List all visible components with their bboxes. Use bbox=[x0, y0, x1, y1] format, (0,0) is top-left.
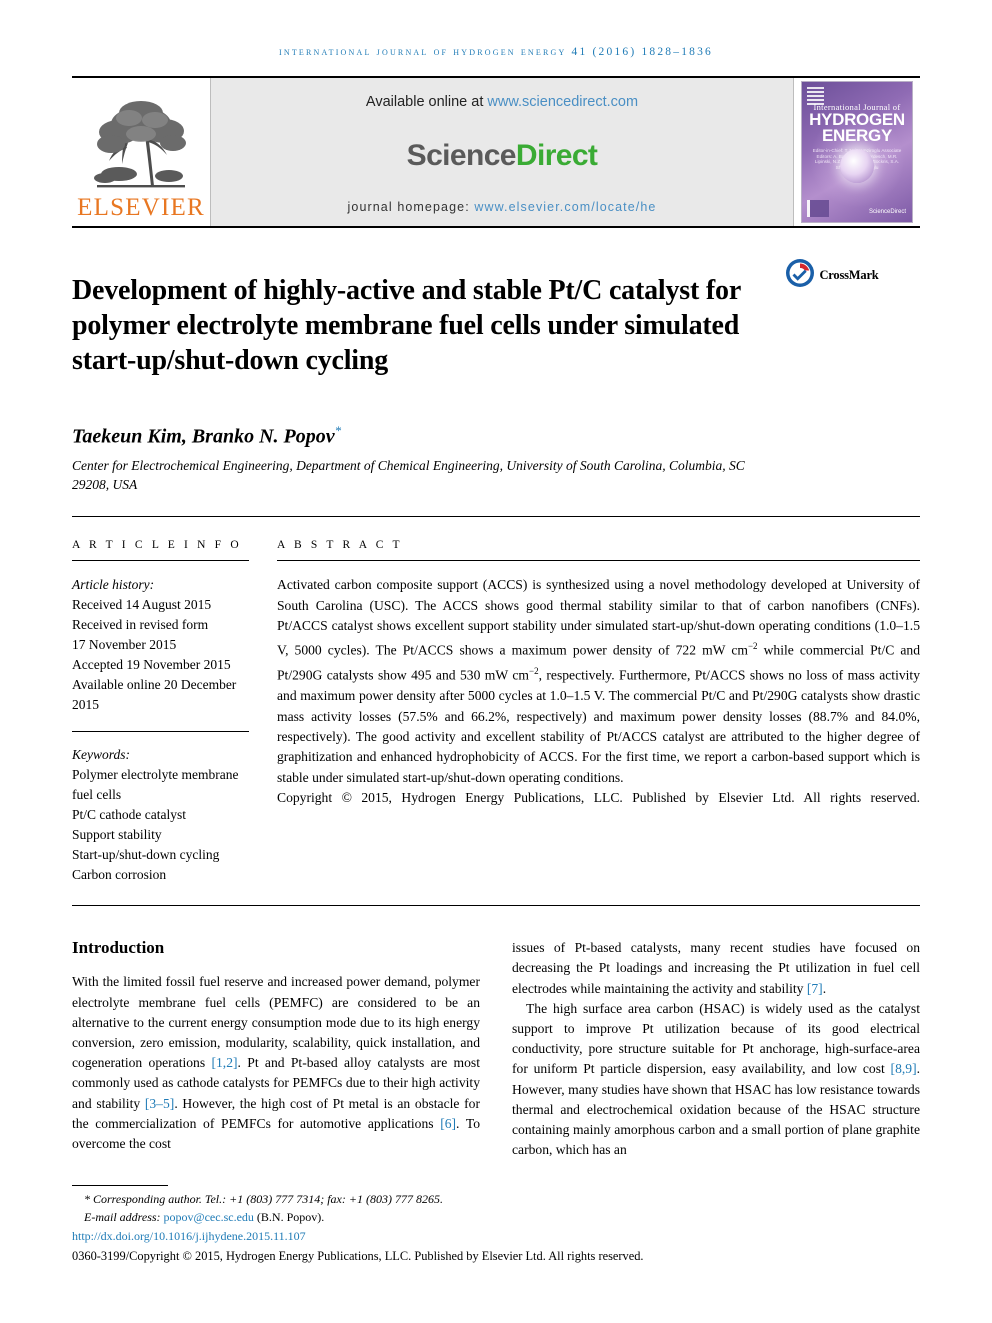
introduction-heading: Introduction bbox=[72, 938, 165, 958]
citation-link[interactable]: [8,9] bbox=[891, 1061, 917, 1076]
sciencedirect-logo[interactable]: ScienceDirect bbox=[407, 139, 598, 173]
elsevier-wordmark: ELSEVIER bbox=[77, 194, 205, 221]
paper-page: international journal of hydrogen energy… bbox=[0, 0, 992, 1323]
introduction-left-column: Introduction With the limited fossil fue… bbox=[72, 938, 480, 1160]
corresponding-author-marker: * bbox=[334, 422, 342, 438]
available-online-line: Available online at www.sciencedirect.co… bbox=[366, 94, 638, 110]
article-info-rule bbox=[72, 560, 249, 562]
cover-image: International Journal of HYDROGEN ENERGY… bbox=[801, 81, 913, 223]
cover-title-energy: ENERGY bbox=[822, 126, 892, 145]
crossmark-badge-inner: CrossMark bbox=[785, 258, 879, 293]
available-online-prefix: Available online at bbox=[365, 94, 488, 110]
introduction-paragraph: issues of Pt-based catalysts, many recen… bbox=[512, 938, 920, 999]
keyword-item: Support stability bbox=[72, 827, 162, 843]
keywords-label: Keywords: bbox=[72, 747, 130, 763]
info-abstract-section: A R T I C L E I N F O Article history: R… bbox=[72, 539, 920, 885]
introduction-paragraph: With the limited fossil fuel reserve and… bbox=[72, 972, 480, 1154]
elsevier-tree-icon bbox=[89, 98, 193, 194]
affiliation: Center for Electrochemical Engineering, … bbox=[72, 458, 745, 493]
introduction-section: Introduction With the limited fossil fue… bbox=[72, 938, 920, 1160]
keyword-item: Start-up/shut-down cycling bbox=[72, 847, 220, 863]
article-info-column: A R T I C L E I N F O Article history: R… bbox=[72, 539, 277, 885]
email-label: E-mail address: bbox=[84, 1209, 164, 1224]
crossmark-icon bbox=[785, 258, 815, 293]
history-item: Available online 20 December 2015 bbox=[72, 677, 237, 713]
divider-below-abstract bbox=[72, 905, 920, 907]
keywords-block: Keywords: Polymer electrolyte membrane f… bbox=[72, 745, 249, 885]
keyword-item: Carbon corrosion bbox=[72, 867, 167, 883]
abstract-kicker: A B S T R A C T bbox=[277, 539, 403, 552]
abstract-column: A B S T R A C T Activated carbon composi… bbox=[277, 539, 920, 885]
citation-link[interactable]: [7] bbox=[807, 981, 823, 996]
keyword-item: Polymer electrolyte membrane fuel cells bbox=[72, 767, 239, 803]
page-title: Development of highly-active and stable … bbox=[72, 274, 741, 376]
crossmark-label: CrossMark bbox=[819, 268, 879, 282]
history-item: Received in revised form bbox=[72, 617, 209, 633]
divider-above-abstract bbox=[72, 516, 920, 518]
journal-homepage-line: journal homepage: www.elsevier.com/locat… bbox=[348, 200, 657, 214]
corresponding-author-note: * Corresponding author. Tel.: +1 (803) 7… bbox=[72, 1191, 772, 1209]
citation-link[interactable]: [6] bbox=[440, 1116, 456, 1131]
introduction-paragraph: The high surface area carbon (HSAC) is w… bbox=[512, 999, 920, 1161]
abstract-superscript-1: −2 bbox=[747, 641, 758, 652]
email-link[interactable]: popov@cec.sc.edu bbox=[164, 1210, 254, 1224]
history-item: Accepted 19 November 2015 bbox=[72, 657, 231, 673]
running-head: international journal of hydrogen energy… bbox=[278, 46, 714, 58]
abstract-paragraph: Activated carbon composite support (ACCS… bbox=[277, 575, 920, 788]
elsevier-logo: ELSEVIER bbox=[72, 78, 210, 226]
abstract-superscript-2: −2 bbox=[529, 666, 539, 677]
keyword-item: Pt/C cathode catalyst bbox=[72, 807, 186, 823]
issn-copyright-line: 0360-3199/Copyright © 2015, Hydrogen Ene… bbox=[72, 1248, 644, 1263]
corresponding-author-text: Corresponding author. Tel.: +1 (803) 777… bbox=[90, 1192, 443, 1206]
sciencedirect-banner: Available online at www.sciencedirect.co… bbox=[210, 78, 794, 226]
journal-masthead: ELSEVIER Available online at www.science… bbox=[72, 76, 920, 228]
abstract-body: Activated carbon composite support (ACCS… bbox=[277, 575, 920, 829]
email-note: E-mail address: popov@cec.sc.edu (B.N. P… bbox=[72, 1209, 772, 1227]
footnote-divider bbox=[72, 1185, 168, 1186]
crossmark-badge[interactable]: CrossMark bbox=[785, 258, 879, 293]
title-row: Development of highly-active and stable … bbox=[72, 254, 920, 397]
history-item: 17 November 2015 bbox=[72, 637, 177, 653]
intro-right-text-2: . bbox=[822, 980, 827, 996]
cover-publisher-icon bbox=[807, 200, 829, 217]
author-list: Taekeun Kim, Branko N. Popov* bbox=[72, 423, 920, 449]
journal-homepage-label: journal homepage: bbox=[347, 200, 475, 214]
keywords-divider bbox=[72, 731, 249, 733]
cover-orb-graphic bbox=[840, 149, 874, 183]
sciencedirect-logo-direct: Direct bbox=[515, 139, 598, 172]
doi-link[interactable]: http://dx.doi.org/10.1016/j.ijhydene.201… bbox=[72, 1228, 772, 1246]
journal-cover-thumbnail: International Journal of HYDROGEN ENERGY… bbox=[794, 78, 920, 226]
cover-sciencedirect-label: ScienceDirect bbox=[868, 209, 906, 215]
email-suffix: (B.N. Popov). bbox=[253, 1209, 325, 1224]
history-item: Received 14 August 2015 bbox=[72, 597, 212, 613]
sciencedirect-url[interactable]: www.sciencedirect.com bbox=[487, 94, 638, 110]
article-history-block: Article history: Received 14 August 2015… bbox=[72, 575, 249, 715]
footnote-block: * Corresponding author. Tel.: +1 (803) 7… bbox=[72, 1185, 772, 1265]
cover-title-large: HYDROGEN ENERGY bbox=[802, 111, 912, 145]
intro-right-text-1: issues of Pt-based catalysts, many recen… bbox=[512, 940, 920, 996]
introduction-right-column: issues of Pt-based catalysts, many recen… bbox=[512, 938, 920, 1160]
article-info-kicker: A R T I C L E I N F O bbox=[72, 539, 242, 552]
abstract-part-3: , respectively. Furthermore, Pt/ACCS sho… bbox=[277, 667, 920, 785]
abstract-copyright: Copyright © 2015, Hydrogen Energy Public… bbox=[277, 790, 920, 806]
intro-right-text-3: The high surface area carbon (HSAC) is w… bbox=[512, 1000, 920, 1077]
author-names: Taekeun Kim, Branko N. Popov bbox=[72, 425, 335, 448]
sciencedirect-logo-science: Science bbox=[406, 139, 517, 172]
citation-link[interactable]: [1,2] bbox=[211, 1055, 237, 1070]
journal-homepage-url[interactable]: www.elsevier.com/locate/he bbox=[474, 200, 656, 214]
citation-link[interactable]: [3–5] bbox=[145, 1096, 174, 1111]
article-history-label: Article history: bbox=[72, 577, 155, 593]
abstract-rule bbox=[277, 560, 920, 562]
